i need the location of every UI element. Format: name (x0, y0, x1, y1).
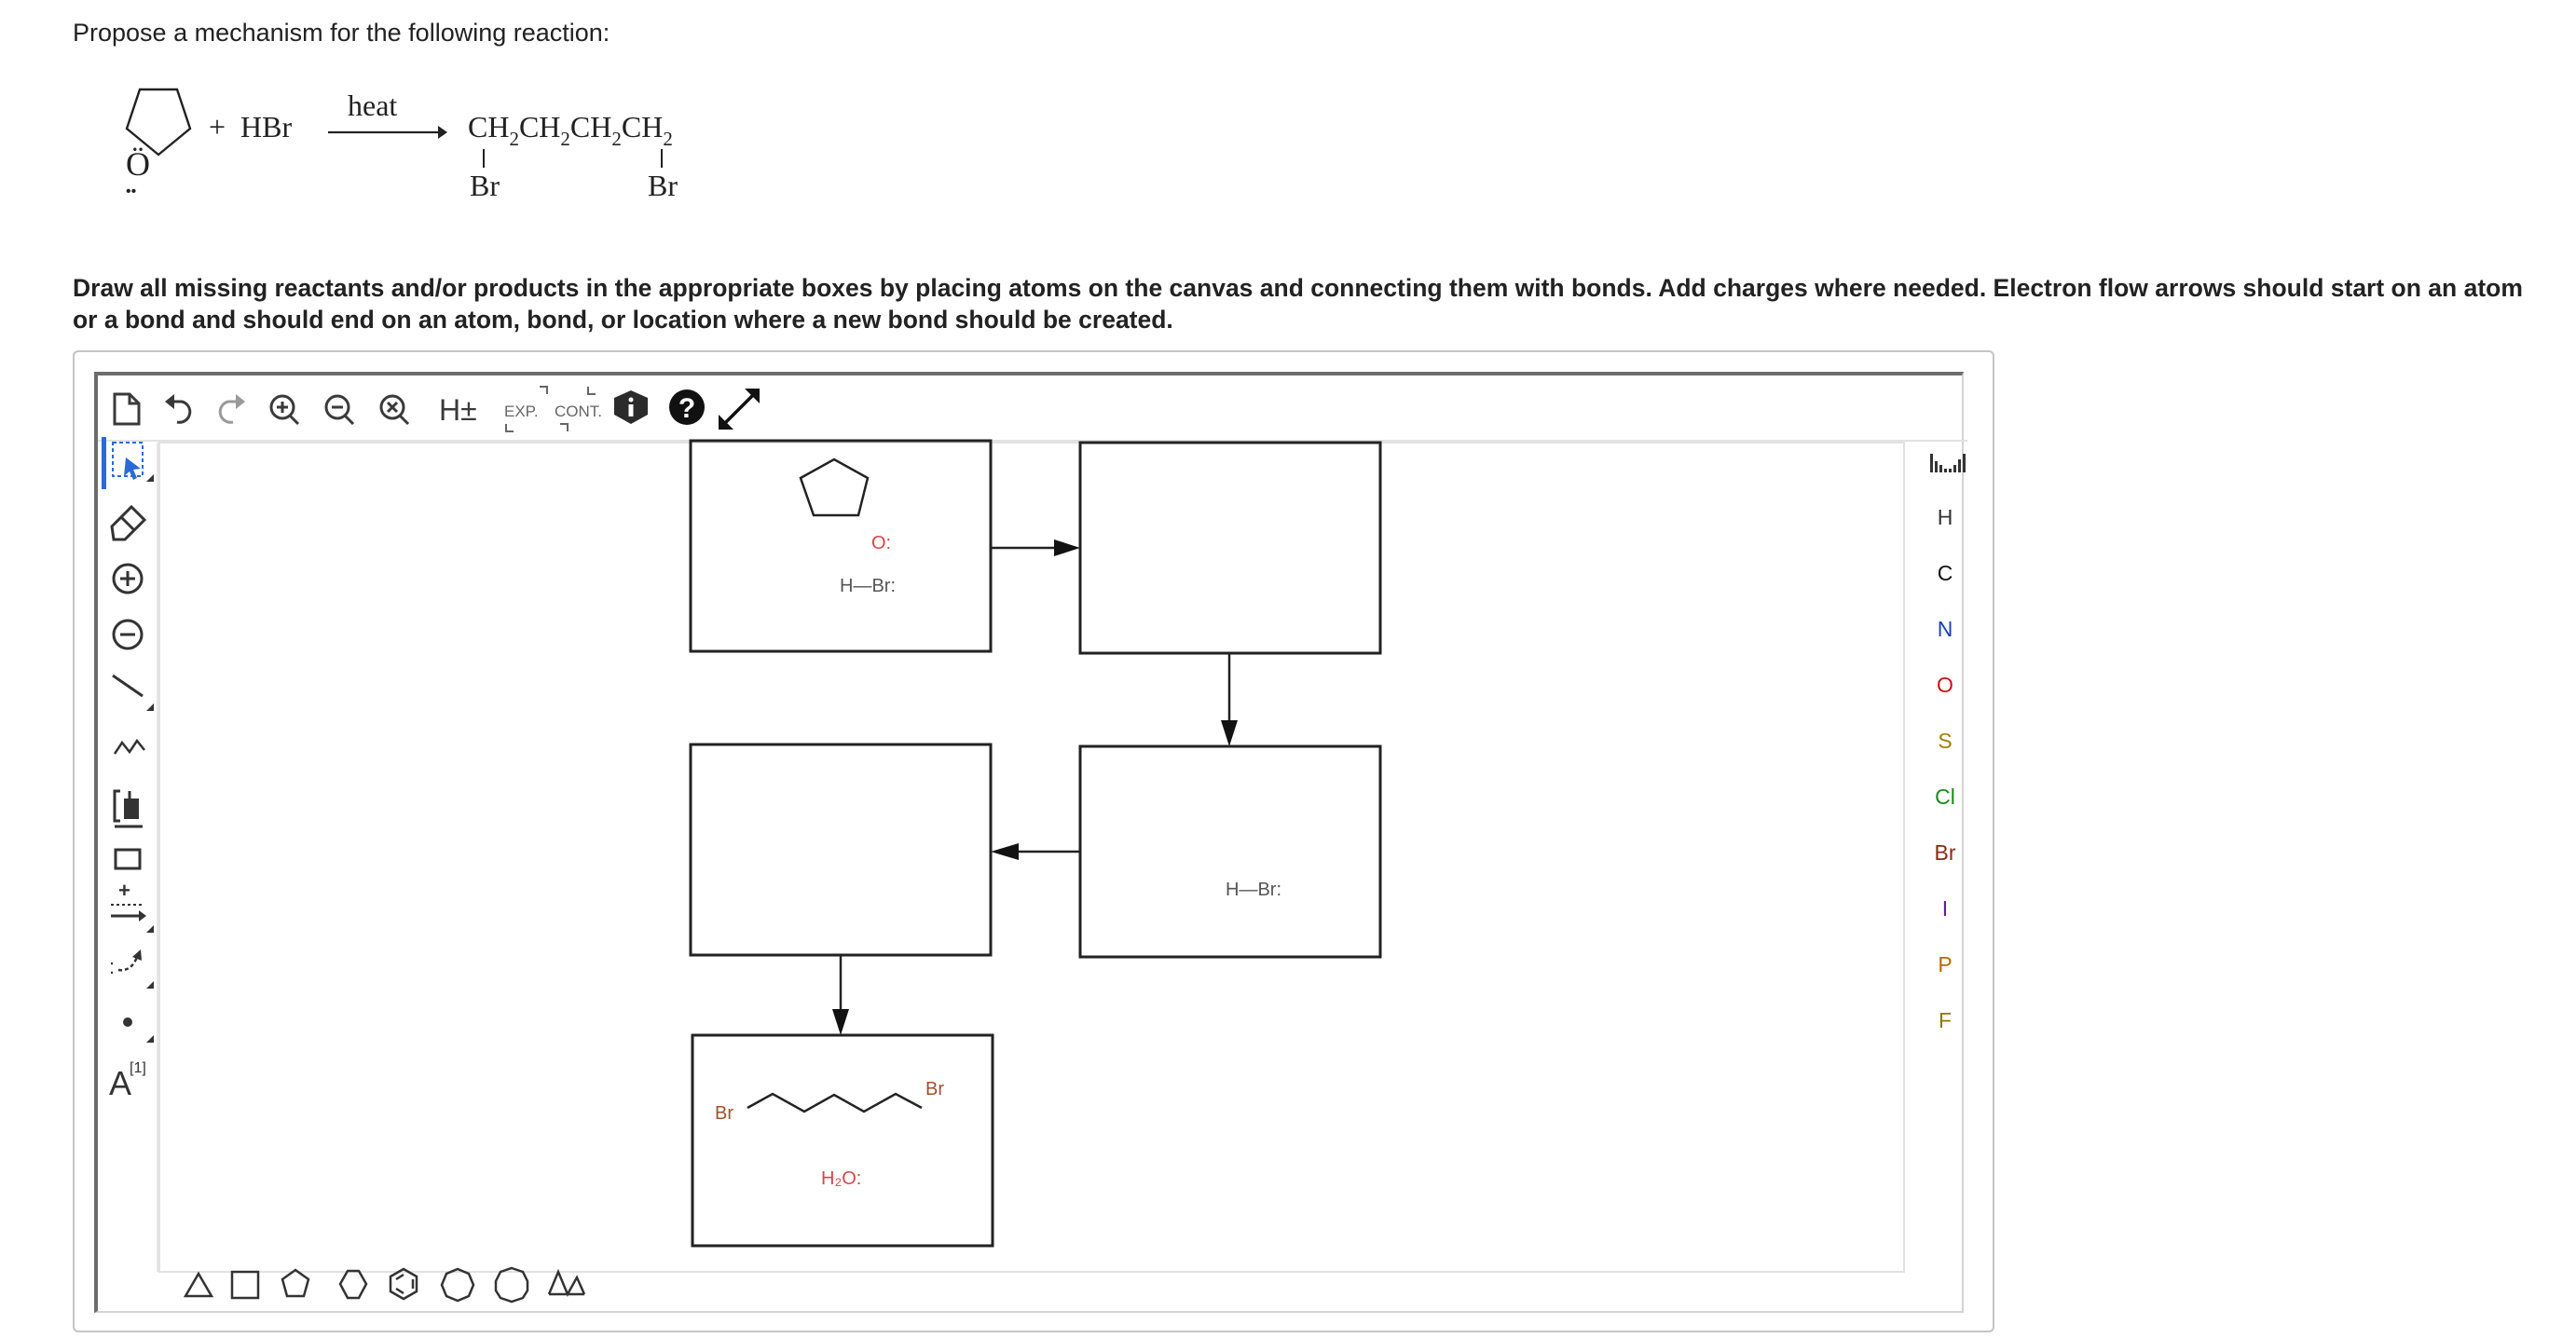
cycloheptane-template-icon[interactable] (440, 1267, 475, 1303)
cyclohexane-template-icon[interactable] (338, 1269, 368, 1300)
thf-oxygen-atom: O: (871, 533, 891, 553)
atom-map-index: [1] (130, 1060, 146, 1076)
reaction-arrow-tool-icon[interactable]: + (111, 879, 154, 933)
decrease-charge-icon[interactable] (112, 619, 144, 650)
increase-charge-icon[interactable] (112, 563, 144, 594)
reagent-hbr: + HBr (209, 110, 293, 143)
cyclooctane-template-icon[interactable] (494, 1266, 529, 1304)
svg-text:+: + (118, 879, 130, 902)
help-icon[interactable]: ? (669, 389, 705, 425)
structure-editor: H± EXP. CONT. ? +: A [1] O: H—Br: H—Br:… (94, 372, 1967, 1313)
rectangle-tool-icon[interactable] (114, 848, 142, 870)
product-br-left-atom: Br (715, 1103, 733, 1124)
box1-hbr-molecule: H—Br: (840, 576, 896, 596)
left-toolbar: + : A [1] (102, 437, 154, 1102)
chair-template-icon[interactable] (547, 1268, 586, 1297)
select-tool[interactable] (102, 437, 154, 489)
editor-surface: H± EXP. CONT. ? +: A [1] O: H—Br: H—Br:… (98, 386, 1967, 1304)
contract-label: CONT. (555, 403, 602, 420)
periodic-table-icon[interactable] (1930, 454, 1966, 472)
template-tool-icon[interactable] (113, 789, 143, 828)
product-br-right: Br (648, 169, 678, 202)
product-br-right-atom: Br (925, 1079, 944, 1099)
contract-button[interactable]: CONT. (555, 387, 602, 431)
element-button-p[interactable]: P (1938, 952, 1952, 976)
element-toolbar: H C N O S Cl Br I P F (1930, 454, 1966, 1032)
hydrogen-toggle-button[interactable]: H± (439, 393, 477, 427)
reaction-condition: heat (348, 89, 397, 122)
reaction-scheme: Ö •• + HBr heat CH2CH2CH2CH2 Br Br (125, 88, 678, 202)
cyclopropane-template-icon[interactable] (183, 1271, 214, 1298)
svg-text::: : (109, 955, 115, 978)
element-button-cl[interactable]: Cl (1935, 785, 1955, 809)
info-icon[interactable] (614, 390, 648, 424)
svg-text:?: ? (678, 393, 695, 424)
radical-tool-icon[interactable] (123, 1017, 154, 1043)
cyclobutane-template-icon[interactable] (230, 1270, 260, 1300)
element-button-s[interactable]: S (1938, 729, 1952, 753)
box3-contents: H—Br: (1226, 880, 1281, 900)
product-br-left: Br (470, 169, 500, 202)
instructions-text: Draw all missing reactants and/or produc… (73, 274, 2523, 334)
water-molecule: H₂O: (821, 1168, 861, 1189)
expand-button[interactable]: EXP. (504, 386, 548, 432)
question-prompt: Propose a mechanism for the following re… (73, 19, 610, 47)
thf-lone-pair: •• (126, 184, 136, 199)
element-button-i[interactable]: I (1942, 896, 1948, 921)
drawing-canvas[interactable] (158, 442, 1905, 1273)
eraser-icon[interactable] (110, 504, 147, 541)
electron-flow-arrow-icon[interactable]: : (109, 949, 154, 989)
element-button-n[interactable]: N (1938, 617, 1953, 641)
product-formula: CH2CH2CH2CH2 (468, 110, 673, 150)
atom-map-tool[interactable]: A [1] (109, 1060, 146, 1102)
cyclopentane-template-icon[interactable] (281, 1268, 310, 1298)
box3-hbr-molecule: H—Br: (1226, 880, 1281, 900)
element-button-o[interactable]: O (1937, 673, 1953, 697)
fullscreen-icon[interactable] (719, 389, 760, 430)
atom-map-label: A (109, 1064, 131, 1102)
element-button-br[interactable]: Br (1935, 840, 1956, 865)
element-button-f[interactable]: F (1939, 1008, 1952, 1032)
single-bond-icon[interactable] (112, 674, 154, 711)
new-document-icon[interactable] (113, 392, 141, 426)
element-list: H C N O S Cl Br I P F (1935, 505, 1956, 1032)
redo-icon[interactable] (218, 394, 245, 424)
zoom-reset-icon[interactable] (379, 394, 410, 426)
element-button-c[interactable]: C (1938, 561, 1953, 585)
expand-label: EXP. (504, 403, 539, 420)
reaction-arrow-head (438, 126, 447, 139)
top-toolbar (113, 392, 410, 426)
element-button-h[interactable]: H (1938, 505, 1953, 529)
chain-tool-icon[interactable] (113, 738, 145, 755)
ring-templates (183, 1266, 586, 1304)
zoom-in-icon[interactable] (269, 394, 300, 426)
zoom-out-icon[interactable] (324, 394, 355, 426)
undo-icon[interactable] (165, 394, 192, 424)
benzene-template-icon[interactable] (389, 1267, 418, 1301)
thf-oxygen-label: Ö (126, 145, 150, 183)
